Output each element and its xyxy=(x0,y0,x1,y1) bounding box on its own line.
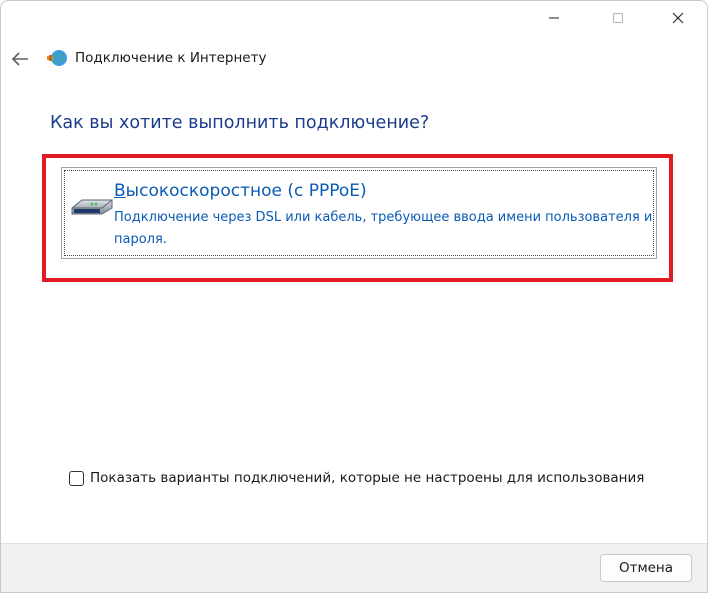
modem-icon xyxy=(68,190,116,222)
maximize-button[interactable] xyxy=(595,1,641,35)
option-title-rest: ысокоскоростное (с PPPoE) xyxy=(125,181,367,201)
network-globe-icon xyxy=(47,47,69,69)
cancel-button[interactable]: Отмена xyxy=(600,554,692,582)
pppoe-option-button[interactable]: Высокоскоростное (с PPPoE) Подключение ч… xyxy=(61,167,657,259)
wizard-title: Подключение к Интернету xyxy=(75,50,267,66)
close-button[interactable] xyxy=(655,1,701,35)
option-description: Подключение через DSL или кабель, требую… xyxy=(114,210,653,247)
footer-bar: Отмена xyxy=(1,543,707,592)
minimize-icon xyxy=(549,17,559,19)
page-heading: Как вы хотите выполнить подключение? xyxy=(50,113,430,133)
back-arrow-icon xyxy=(11,52,28,66)
back-button[interactable] xyxy=(9,47,33,71)
maximize-icon xyxy=(613,13,623,23)
option-title-accesskey: В xyxy=(114,181,126,201)
show-all-options-row[interactable]: Показать варианты подключений, которые н… xyxy=(69,470,644,486)
dialog-window: Подключение к Интернету Как вы хотите вы… xyxy=(0,0,708,593)
option-title: Высокоскоростное (с PPPoE) xyxy=(114,181,367,201)
show-all-options-label[interactable]: Показать варианты подключений, которые н… xyxy=(90,470,644,486)
show-all-options-checkbox[interactable] xyxy=(69,470,84,486)
minimize-button[interactable] xyxy=(531,1,577,35)
close-icon xyxy=(672,12,684,24)
